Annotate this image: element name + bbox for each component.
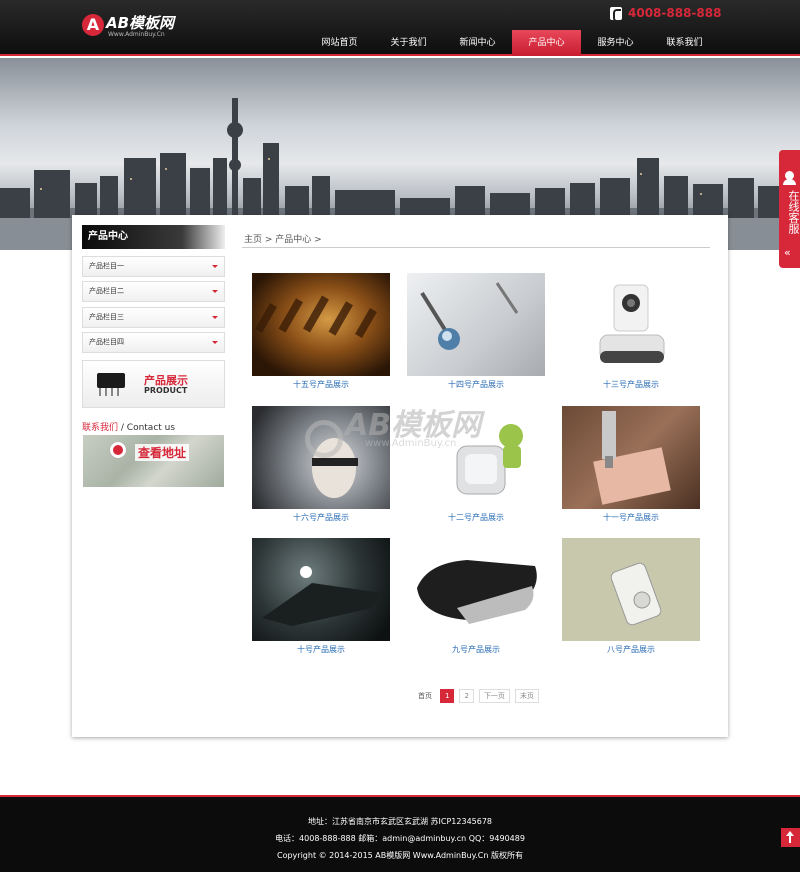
online-service-tab[interactable]: 在线客服 « bbox=[779, 150, 800, 268]
nav-news[interactable]: 新闻中心 bbox=[443, 30, 512, 56]
caret-down-icon bbox=[212, 265, 218, 268]
map-link-label: 查看地址 bbox=[135, 444, 190, 461]
nav-about[interactable]: 关于我们 bbox=[374, 30, 443, 56]
pager-next[interactable]: 下一页 bbox=[478, 689, 510, 703]
double-chevron-left-icon: « bbox=[784, 246, 791, 259]
pager-page-1[interactable]: 1 bbox=[440, 689, 455, 703]
sidebar-item-3[interactable]: 产品栏目三 bbox=[82, 307, 225, 328]
watermark-logo-circle bbox=[305, 420, 343, 458]
footer-address: 地址：江苏省南京市玄武区玄武湖 苏ICP12345678 bbox=[307, 817, 493, 826]
product-thumbnail bbox=[562, 273, 700, 376]
product-thumbnail bbox=[252, 273, 390, 376]
product-title: 九号产品展示 bbox=[452, 645, 500, 654]
site-logo[interactable]: A AB模板网 Www.AdminBuy.Cn bbox=[82, 12, 192, 42]
product-promo-card[interactable]: 产品展示 PRODUCT bbox=[82, 360, 225, 408]
contact-heading-en: Contact us bbox=[126, 423, 176, 433]
hotline-number: 4008-888-888 bbox=[628, 6, 722, 20]
content-panel: 产品中心 产品栏目一 产品栏目二 产品栏目三 产品栏目四 产品展示 PRODUC… bbox=[72, 215, 728, 737]
hotline: 4008-888-888 bbox=[610, 6, 722, 22]
sidebar-item-2[interactable]: 产品栏目二 bbox=[82, 281, 225, 302]
site-header: A AB模板网 Www.AdminBuy.Cn 4008-888-888 网站首… bbox=[0, 0, 800, 56]
caret-down-icon bbox=[212, 290, 218, 293]
product-card[interactable]: 十号产品展示 bbox=[252, 538, 390, 660]
logo-subtitle: Www.AdminBuy.Cn bbox=[108, 31, 165, 38]
product-card[interactable]: 九号产品展示 bbox=[407, 538, 545, 660]
pager-first[interactable]: 首页 bbox=[415, 689, 435, 703]
product-thumbnail bbox=[562, 538, 700, 641]
product-title: 十号产品展示 bbox=[297, 645, 345, 654]
product-thumbnail bbox=[562, 406, 700, 509]
map-link[interactable]: 查看地址 bbox=[83, 435, 224, 487]
sidebar-title: 产品中心 bbox=[82, 225, 225, 249]
product-card[interactable]: 十五号产品展示 bbox=[252, 273, 390, 395]
contact-heading-separator: / bbox=[118, 423, 127, 433]
product-title: 十二号产品展示 bbox=[448, 513, 504, 522]
back-to-top-icon[interactable] bbox=[781, 828, 800, 847]
watermark-url: www.AdminBuy.cn bbox=[365, 438, 457, 449]
sidebar-item-label: 产品栏目二 bbox=[89, 287, 124, 295]
map-pin-icon bbox=[110, 442, 126, 458]
sidebar-item-label: 产品栏目三 bbox=[89, 313, 124, 321]
product-card[interactable]: 十三号产品展示 bbox=[562, 273, 700, 395]
nav-products[interactable]: 产品中心 bbox=[512, 30, 581, 56]
watermark: AB模板网 www.AdminBuy.cn bbox=[305, 400, 500, 462]
support-person-body bbox=[783, 179, 796, 185]
promo-subtitle: PRODUCT bbox=[144, 386, 188, 395]
product-title: 八号产品展示 bbox=[607, 645, 655, 654]
sidebar-item-label: 产品栏目四 bbox=[89, 338, 124, 346]
online-service-label: 在线客服 bbox=[787, 190, 800, 234]
product-thumbnail bbox=[407, 273, 545, 376]
product-thumbnail bbox=[407, 538, 545, 641]
chip-icon bbox=[97, 373, 125, 388]
sidebar-item-4[interactable]: 产品栏目四 bbox=[82, 332, 225, 353]
product-card[interactable]: 十四号产品展示 bbox=[407, 273, 545, 395]
breadcrumb[interactable]: 主页 > 产品中心 > bbox=[244, 232, 322, 245]
caret-down-icon bbox=[212, 316, 218, 319]
contact-heading-cn[interactable]: 联系我们 bbox=[82, 423, 118, 433]
product-title: 十五号产品展示 bbox=[293, 380, 349, 389]
phone-icon bbox=[610, 6, 622, 22]
logo-mark: A bbox=[82, 14, 104, 36]
pagination: 首页 1 2 下一页 末页 bbox=[415, 689, 539, 703]
footer-copyright: Copyright © 2014-2015 AB模版网 Www.AdminBuy… bbox=[276, 851, 524, 860]
product-title: 十三号产品展示 bbox=[603, 380, 659, 389]
breadcrumb-divider bbox=[242, 247, 710, 248]
pager-page-2[interactable]: 2 bbox=[459, 689, 474, 703]
logo-name: AB模板网 bbox=[106, 14, 175, 32]
site-footer: 地址：江苏省南京市玄武区玄武湖 苏ICP12345678 电话：4008-888… bbox=[0, 795, 800, 872]
main-nav: 网站首页 关于我们 新闻中心 产品中心 服务中心 联系我们 bbox=[305, 30, 719, 56]
product-thumbnail bbox=[252, 538, 390, 641]
nav-contact[interactable]: 联系我们 bbox=[650, 30, 719, 56]
nav-home[interactable]: 网站首页 bbox=[305, 30, 374, 56]
product-title: 十一号产品展示 bbox=[603, 513, 659, 522]
sidebar-item-1[interactable]: 产品栏目一 bbox=[82, 256, 225, 277]
nav-services[interactable]: 服务中心 bbox=[581, 30, 650, 56]
product-title: 十六号产品展示 bbox=[293, 513, 349, 522]
product-card[interactable]: 十一号产品展示 bbox=[562, 406, 700, 528]
product-card[interactable]: 八号产品展示 bbox=[562, 538, 700, 660]
pager-last[interactable]: 末页 bbox=[514, 689, 539, 703]
product-title: 十四号产品展示 bbox=[448, 380, 504, 389]
sidebar-item-label: 产品栏目一 bbox=[89, 262, 124, 270]
chip-pins bbox=[99, 388, 123, 396]
caret-down-icon bbox=[212, 341, 218, 344]
contact-heading: 联系我们 / Contact us bbox=[82, 420, 175, 433]
footer-contact: 电话：4008-888-888 邮箱：admin@adminbuy.cn QQ：… bbox=[275, 834, 525, 843]
